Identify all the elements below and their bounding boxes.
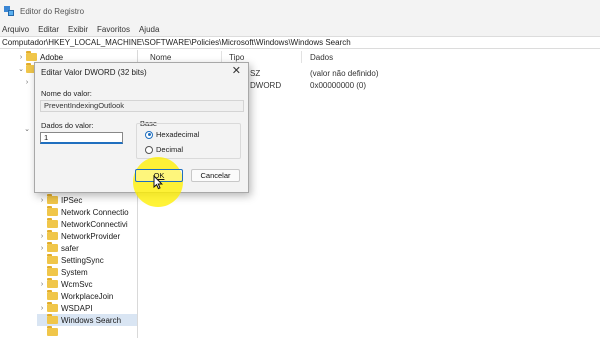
window-title: Editor do Registro	[20, 6, 85, 16]
tree-item-system[interactable]: System	[37, 266, 88, 278]
tree-item-label: safer	[61, 243, 79, 253]
radio-label: Decimal	[156, 145, 184, 154]
folder-icon	[47, 278, 58, 288]
radio-hexadecimal[interactable]: Hexadecimal	[145, 130, 199, 139]
value-type: DWORD	[250, 80, 282, 90]
tree-item-label: Network Connectio	[61, 207, 129, 217]
radio-unchecked-icon[interactable]	[145, 145, 153, 154]
tree-item-safer[interactable]: › safer	[37, 242, 79, 254]
folder-icon	[47, 266, 58, 276]
tree-item-label: NetworkProvider	[61, 231, 121, 241]
value-data: 0x00000000 (0)	[310, 80, 367, 90]
menu-bar: Arquivo Editar Exibir Favoritos Ajuda	[0, 22, 600, 36]
menu-item-exibir[interactable]: Exibir	[68, 25, 88, 34]
chevron-right-icon[interactable]: ›	[37, 305, 47, 312]
chevron-right-icon[interactable]: ›	[37, 233, 47, 240]
tree-item-network-connections[interactable]: Network Connectio	[37, 206, 129, 218]
column-header-data[interactable]: Dados	[310, 53, 333, 62]
column-header-name[interactable]: Nome	[150, 53, 171, 62]
folder-icon	[26, 51, 37, 61]
value-data-input[interactable]: 1	[40, 132, 123, 144]
folder-icon	[47, 194, 58, 204]
tree-item-ipsec[interactable]: › IPSec	[37, 194, 82, 206]
folder-icon	[47, 230, 58, 240]
close-icon[interactable]: ✕	[232, 66, 241, 77]
folder-icon	[47, 290, 58, 300]
cancel-button[interactable]: Cancelar	[191, 169, 240, 182]
tree-item[interactable]	[37, 326, 61, 338]
tree-item-settingsync[interactable]: SettingSync	[37, 254, 104, 266]
chevron-right-icon[interactable]: ›	[37, 197, 47, 204]
dialog-title: Editar Valor DWORD (32 bits)	[41, 68, 147, 77]
tree-item-wsdapi[interactable]: › WSDAPI	[37, 302, 93, 314]
tree-item-label: Windows Search	[61, 315, 122, 325]
tree-item-label: Adobe	[40, 52, 64, 62]
tree-item-workplacejoin[interactable]: WorkplaceJoin	[37, 290, 113, 302]
tree-item[interactable]: ⌄	[22, 123, 32, 135]
chevron-right-icon[interactable]: ›	[37, 281, 47, 288]
folder-icon	[47, 254, 58, 264]
menu-item-favoritos[interactable]: Favoritos	[97, 25, 130, 34]
value-data: (valor não definido)	[310, 68, 379, 78]
column-header-type[interactable]: Tipo	[229, 53, 244, 62]
radio-decimal[interactable]: Decimal	[145, 145, 183, 154]
tree-item-windows-search[interactable]: Windows Search	[37, 314, 137, 326]
menu-item-editar[interactable]: Editar	[38, 25, 59, 34]
folder-icon	[47, 326, 58, 336]
mouse-pointer-icon	[153, 175, 163, 190]
tree-item-label: WorkplaceJoin	[61, 291, 114, 301]
folder-icon	[47, 218, 58, 228]
radio-checked-icon[interactable]	[145, 130, 153, 139]
folder-icon	[47, 302, 58, 312]
tree-item-label: NetworkConnectivi	[61, 219, 128, 229]
folder-icon	[47, 314, 58, 324]
registry-editor-icon	[4, 6, 14, 16]
chevron-down-icon[interactable]: ⌄	[16, 65, 26, 73]
folder-icon	[47, 206, 58, 216]
tree-item-label: SettingSync	[61, 255, 104, 265]
value-type: SZ	[250, 68, 261, 78]
value-name-field[interactable]: PreventIndexingOutlook	[40, 100, 244, 112]
menu-item-arquivo[interactable]: Arquivo	[2, 25, 29, 34]
chevron-right-icon[interactable]: ›	[37, 245, 47, 252]
tree-item-network-connectivity[interactable]: NetworkConnectivi	[37, 218, 128, 230]
value-name-label: Nome do valor:	[41, 89, 92, 98]
tree-item-label: IPSec	[61, 195, 83, 205]
chevron-down-icon[interactable]: ⌄	[22, 125, 32, 133]
tree-item-label: WcmSvc	[61, 279, 93, 289]
tree-item-label: WSDAPI	[61, 303, 93, 313]
tree-item-label: System	[61, 267, 88, 277]
value-data-label: Dados do valor:	[41, 121, 94, 130]
radio-label: Hexadecimal	[156, 130, 200, 139]
address-bar[interactable]: Computador\HKEY_LOCAL_MACHINE\SOFTWARE\P…	[0, 36, 600, 49]
title-bar: Editor do Registro	[0, 0, 600, 22]
chevron-right-icon[interactable]: ›	[22, 79, 32, 86]
folder-icon	[47, 242, 58, 252]
tree-item-wcmsvc[interactable]: › WcmSvc	[37, 278, 93, 290]
column-separator[interactable]	[301, 51, 302, 63]
chevron-right-icon[interactable]: ›	[16, 54, 26, 61]
tree-item[interactable]: ›	[22, 76, 32, 88]
menu-item-ajuda[interactable]: Ajuda	[139, 25, 159, 34]
tree-item-networkprovider[interactable]: › NetworkProvider	[37, 230, 120, 242]
